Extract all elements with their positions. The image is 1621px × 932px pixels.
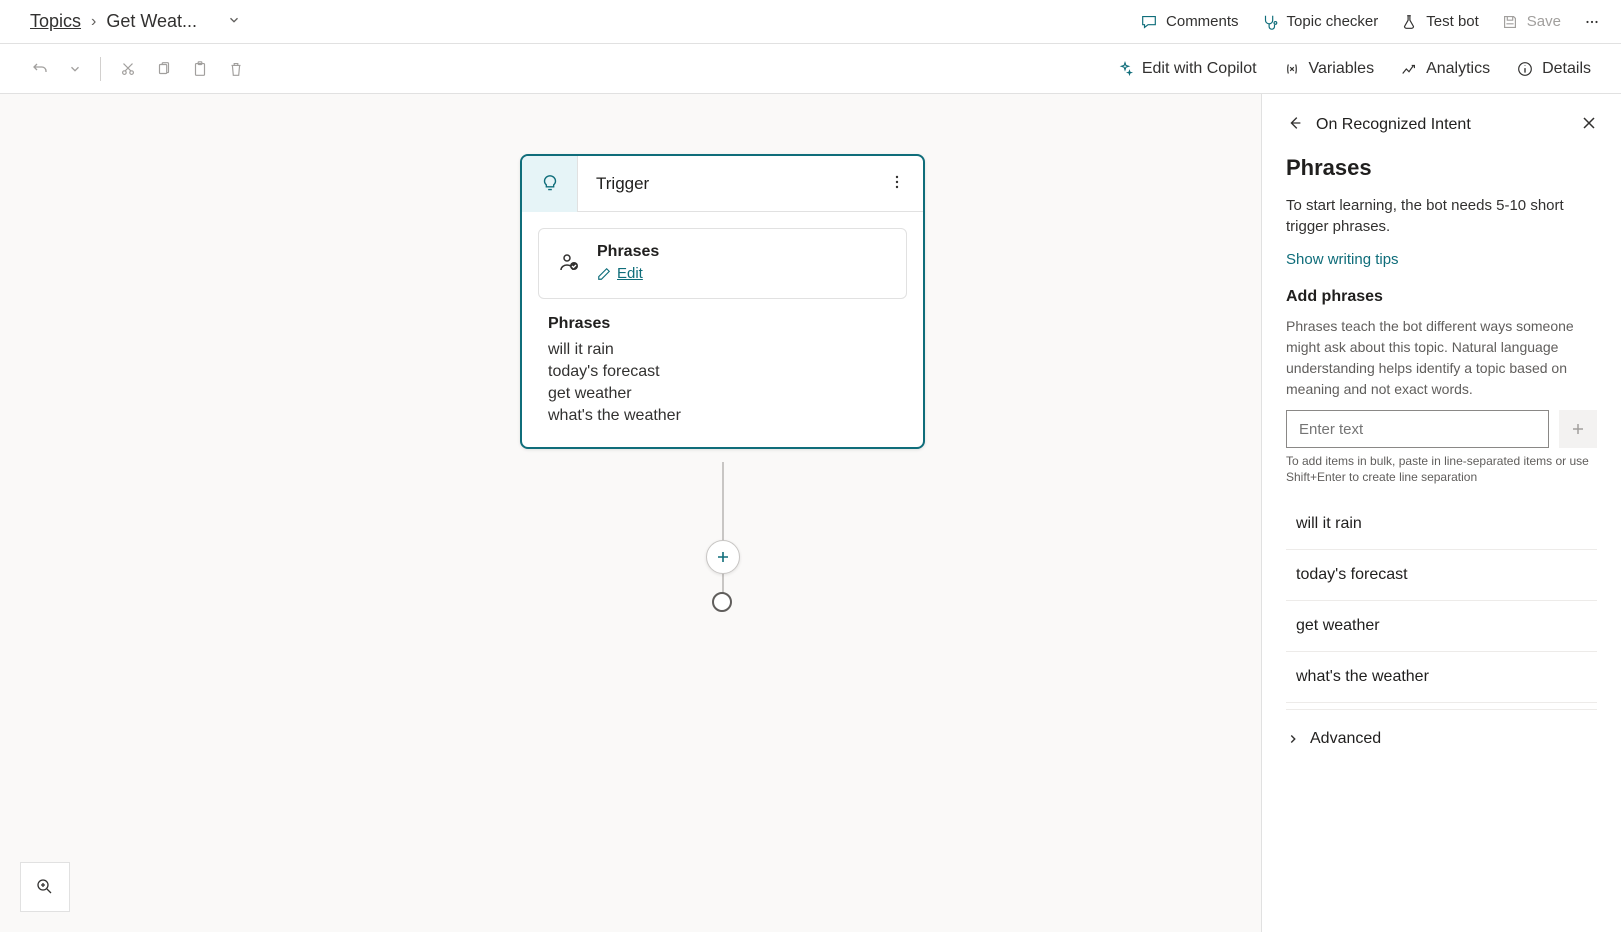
- node-phrase: today's forecast: [548, 361, 897, 383]
- info-icon: [1516, 60, 1534, 78]
- copy-icon: [155, 60, 173, 78]
- advanced-label: Advanced: [1310, 730, 1381, 748]
- add-phrases-heading: Add phrases: [1286, 288, 1597, 306]
- bulk-hint: To add items in bulk, paste in line-sepa…: [1286, 454, 1597, 485]
- person-icon: [557, 250, 581, 277]
- trigger-node[interactable]: Trigger Phrases Edit Phrases: [520, 154, 925, 449]
- breadcrumb-dropdown[interactable]: [227, 11, 241, 32]
- undo-icon: [30, 59, 50, 79]
- phrase-list-item[interactable]: what's the weather: [1286, 652, 1597, 703]
- comments-label: Comments: [1166, 13, 1239, 30]
- chevron-down-icon: [68, 62, 82, 76]
- panel-back-button[interactable]: [1286, 114, 1304, 135]
- add-node-button[interactable]: [706, 540, 740, 574]
- phrase-input[interactable]: [1286, 410, 1549, 448]
- paste-button[interactable]: [191, 60, 209, 78]
- vertical-ellipsis-icon: [889, 174, 905, 190]
- details-label: Details: [1542, 60, 1591, 78]
- edit-with-copilot-button[interactable]: Edit with Copilot: [1116, 60, 1257, 78]
- topic-checker-button[interactable]: Topic checker: [1261, 13, 1379, 31]
- copy-button[interactable]: [155, 60, 173, 78]
- node-phrase: get weather: [548, 383, 897, 405]
- phrases-heading: Phrases: [548, 315, 897, 333]
- node-phrase: what's the weather: [548, 405, 897, 427]
- add-phrase-button[interactable]: [1559, 410, 1597, 448]
- topic-checker-label: Topic checker: [1287, 13, 1379, 30]
- flask-icon: [1400, 13, 1418, 31]
- undo-dropdown[interactable]: [68, 62, 82, 76]
- arrow-left-icon: [1286, 114, 1304, 132]
- panel-title: Phrases: [1286, 155, 1597, 181]
- node-header: Trigger: [522, 156, 923, 212]
- chart-icon: [1400, 60, 1418, 78]
- zoom-button[interactable]: [20, 862, 70, 912]
- phrases-card[interactable]: Phrases Edit: [538, 228, 907, 299]
- analytics-button[interactable]: Analytics: [1400, 60, 1490, 78]
- variable-icon: [1283, 60, 1301, 78]
- phrase-list-item[interactable]: today's forecast: [1286, 550, 1597, 601]
- phrases-label: Phrases: [597, 243, 659, 261]
- more-menu[interactable]: [1583, 13, 1601, 31]
- breadcrumb: Topics › Get Weat...: [30, 11, 241, 32]
- chevron-right-icon: [1286, 732, 1300, 746]
- panel-description: To start learning, the bot needs 5-10 sh…: [1286, 195, 1597, 237]
- advanced-section-toggle[interactable]: Advanced: [1286, 709, 1597, 758]
- connector-line: [722, 462, 724, 602]
- phrase-list-item[interactable]: will it rain: [1286, 499, 1597, 550]
- save-icon: [1501, 13, 1519, 31]
- clipboard-icon: [191, 60, 209, 78]
- add-phrases-description: Phrases teach the bot different ways som…: [1286, 316, 1597, 400]
- plus-icon: [715, 549, 731, 565]
- stethoscope-icon: [1261, 13, 1279, 31]
- node-title: Trigger: [578, 174, 871, 194]
- variables-button[interactable]: Variables: [1283, 60, 1375, 78]
- panel-context: On Recognized Intent: [1316, 116, 1569, 134]
- sparkle-icon: [1116, 60, 1134, 78]
- save-label: Save: [1527, 13, 1561, 30]
- breadcrumb-root[interactable]: Topics: [30, 11, 81, 32]
- end-node[interactable]: [712, 592, 732, 612]
- comment-icon: [1140, 13, 1158, 31]
- scissors-icon: [119, 60, 137, 78]
- undo-button[interactable]: [30, 59, 50, 79]
- trash-icon: [227, 60, 245, 78]
- delete-button[interactable]: [227, 60, 245, 78]
- save-button[interactable]: Save: [1501, 13, 1561, 31]
- close-icon: [1581, 115, 1597, 131]
- chevron-right-icon: ›: [91, 13, 96, 31]
- variables-label: Variables: [1309, 60, 1375, 78]
- details-button[interactable]: Details: [1516, 60, 1591, 78]
- trigger-icon: [522, 156, 578, 212]
- plus-icon: [1570, 421, 1586, 437]
- authoring-canvas[interactable]: Trigger Phrases Edit Phrases: [0, 94, 1261, 932]
- analytics-label: Analytics: [1426, 60, 1490, 78]
- node-phrases-list: Phrases will it rain today's forecast ge…: [522, 315, 923, 447]
- copilot-label: Edit with Copilot: [1142, 60, 1257, 78]
- writing-tips-link[interactable]: Show writing tips: [1286, 251, 1399, 268]
- edit-phrases-link[interactable]: Edit: [597, 265, 643, 282]
- node-phrase: will it rain: [548, 339, 897, 361]
- panel-close-button[interactable]: [1581, 115, 1597, 134]
- ellipsis-icon: [1583, 13, 1601, 31]
- zoom-in-icon: [35, 877, 55, 897]
- phrase-list-item[interactable]: get weather: [1286, 601, 1597, 652]
- breadcrumb-current: Get Weat...: [106, 11, 197, 32]
- properties-panel: On Recognized Intent Phrases To start le…: [1261, 94, 1621, 932]
- test-bot-label: Test bot: [1426, 13, 1479, 30]
- node-more-menu[interactable]: [871, 174, 923, 193]
- pencil-icon: [597, 267, 611, 281]
- comments-button[interactable]: Comments: [1140, 13, 1239, 31]
- test-bot-button[interactable]: Test bot: [1400, 13, 1479, 31]
- cut-button[interactable]: [119, 60, 137, 78]
